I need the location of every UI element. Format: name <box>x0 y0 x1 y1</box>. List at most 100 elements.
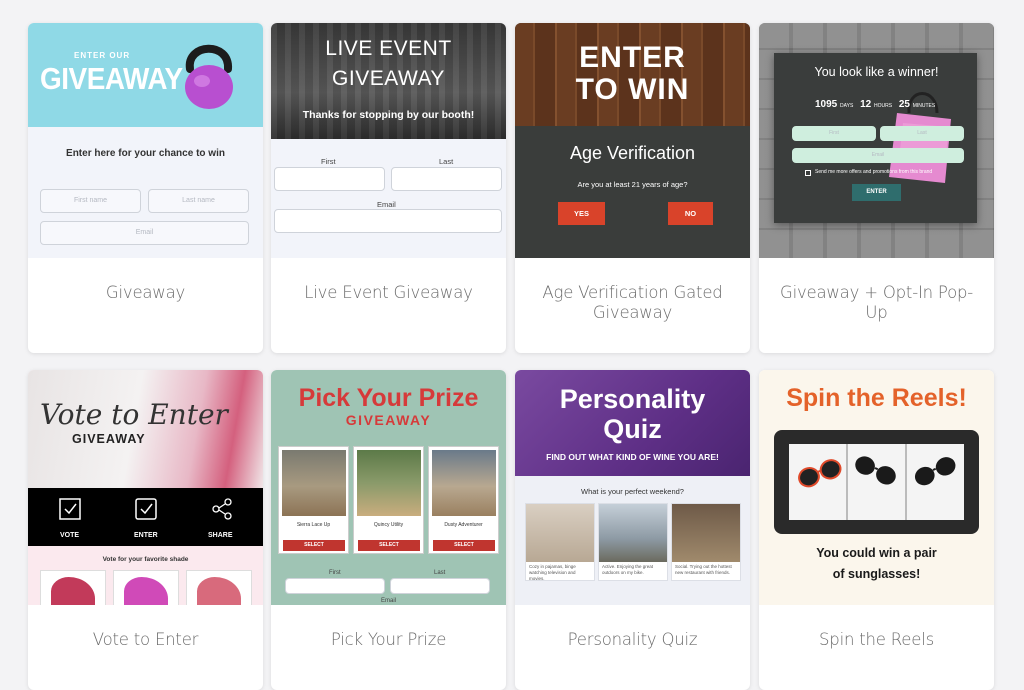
answer-text: Social. Trying out the hottest new resta… <box>675 564 732 575</box>
age-question: Are you at least 21 years of age? <box>577 180 688 189</box>
email-input: Email <box>792 148 964 163</box>
first-name-input <box>285 578 385 594</box>
card-title: Spin the Reels <box>819 630 934 649</box>
prize-headline: Pick Your Prize <box>298 384 479 412</box>
card-title: Age Verification Gated Giveaway <box>542 283 723 322</box>
template-thumbnail: ENTER OUR GIVEAWAY Enter here for your c… <box>28 23 263 258</box>
first-label: First <box>321 157 336 166</box>
step-share-label: SHARE <box>208 532 233 539</box>
countdown: 1095 DAYS 12 HOURS 25 MINUTES <box>815 99 935 110</box>
minutes-label: MINUTES <box>912 103 936 109</box>
card-title: Live Event Giveaway <box>304 283 473 302</box>
template-card-spin-the-reels[interactable]: Spin the Reels! You could win a pair of … <box>759 370 994 690</box>
shade-option <box>186 570 252 605</box>
answer-text: Active. Enjoying the great outdoors on m… <box>602 564 654 575</box>
select-button: SELECT <box>358 540 420 551</box>
template-card-personality-quiz[interactable]: Personality Quiz FIND OUT WHAT KIND OF W… <box>515 370 750 690</box>
headline-line2: TO WIN <box>575 73 690 106</box>
first-label: First <box>329 570 341 576</box>
sunglasses-reel-icons <box>798 456 956 488</box>
vote-checkbox-icon <box>59 498 81 520</box>
prize-line1: You could win a pair <box>816 546 937 560</box>
template-card-vote-to-enter[interactable]: Vote to Enter GIVEAWAY VOTE ENTER SHARE … <box>28 370 263 690</box>
template-thumbnail: Vote to Enter GIVEAWAY VOTE ENTER SHARE … <box>28 370 263 605</box>
template-gallery: ENTER OUR GIVEAWAY Enter here for your c… <box>0 0 1024 690</box>
template-thumbnail: LIVE EVENT GIVEAWAY Thanks for stopping … <box>271 23 506 258</box>
template-thumbnail: Personality Quiz FIND OUT WHAT KIND OF W… <box>515 370 750 605</box>
card-title: Giveaway <box>105 283 186 302</box>
answer-option: Social. Trying out the hottest new resta… <box>671 503 741 581</box>
minutes-value: 25 <box>898 99 910 110</box>
product-card: Sierra Lace Up SELECT <box>278 446 349 554</box>
first-name-input: First <box>792 126 876 141</box>
template-card-giveaway[interactable]: ENTER OUR GIVEAWAY Enter here for your c… <box>28 23 263 353</box>
headline-line2: GIVEAWAY <box>332 67 445 90</box>
pre-title: ENTER OUR <box>74 51 131 60</box>
template-card-optin-popup[interactable]: You look like a winner! 1095 DAYS 12 HOU… <box>759 23 994 353</box>
template-thumbnail: Pick Your Prize GIVEAWAY Sierra Lace Up … <box>271 370 506 605</box>
product-image <box>432 450 496 516</box>
quiz-headline-line2: Quiz <box>603 414 662 444</box>
card-title: Giveaway + Opt-In Pop-Up <box>779 283 974 322</box>
reels-headline: Spin the Reels! <box>786 384 967 412</box>
enter-form-icon <box>135 498 157 520</box>
last-label: Last <box>439 157 454 166</box>
email-input <box>274 209 502 233</box>
headline-line1: LIVE EVENT <box>325 37 452 60</box>
product-name: Dusty Adventurer <box>444 522 483 528</box>
answer-text: Cozy in pajamas, binge watching televisi… <box>529 564 576 581</box>
first-name-input: First name <box>40 189 141 213</box>
enter-button: ENTER <box>852 184 901 201</box>
quiz-tagline: FIND OUT WHAT KIND OF WINE YOU ARE! <box>546 452 719 462</box>
last-name-input <box>391 167 502 191</box>
product-image <box>282 450 346 516</box>
card-title: Personality Quiz <box>567 630 698 649</box>
answer-image <box>672 504 740 562</box>
yes-button: YES <box>558 202 605 225</box>
shade-option <box>40 570 106 605</box>
hours-label: HOURS <box>873 103 893 109</box>
popup-heading: You look like a winner! <box>814 65 939 79</box>
product-name: Sierra Lace Up <box>296 522 331 528</box>
optin-checkbox <box>805 170 811 176</box>
last-name-input: Last <box>880 126 964 141</box>
product-card: Quincy Utility SELECT <box>353 446 424 554</box>
days-label: DAYS <box>840 103 854 109</box>
first-name-input <box>274 167 385 191</box>
answer-image <box>526 504 594 562</box>
no-button: NO <box>668 202 713 225</box>
shade-option <box>113 570 179 605</box>
age-heading: Age Verification <box>569 143 696 163</box>
share-icon <box>212 498 232 520</box>
prize-line2: of sunglasses! <box>832 567 921 581</box>
step-enter-label: ENTER <box>134 532 158 539</box>
answer-image <box>599 504 667 562</box>
vote-prompt: Vote for your favorite shade <box>102 556 189 563</box>
template-card-age-verification[interactable]: ENTER TO WIN Age Verification Are you at… <box>515 23 750 353</box>
template-card-live-event-giveaway[interactable]: LIVE EVENT GIVEAWAY Thanks for stopping … <box>271 23 506 353</box>
days-value: 1095 <box>815 99 838 110</box>
select-button: SELECT <box>433 540 495 551</box>
answer-option: Active. Enjoying the great outdoors on m… <box>598 503 668 581</box>
product-image <box>357 450 421 516</box>
step-vote-label: VOTE <box>60 532 80 539</box>
product-name: Quincy Utility <box>373 522 404 528</box>
card-title: Pick Your Prize <box>330 630 447 649</box>
template-thumbnail: ENTER TO WIN Age Verification Are you at… <box>515 23 750 258</box>
email-label: Email <box>377 200 396 209</box>
last-name-input <box>390 578 490 594</box>
form-subhead: Enter here for your chance to win <box>66 148 225 159</box>
last-label: Last <box>434 570 446 576</box>
headline-line1: ENTER <box>579 41 686 74</box>
quiz-question: What is your perfect weekend? <box>581 487 684 496</box>
select-button: SELECT <box>283 540 345 551</box>
hours-value: 12 <box>860 99 872 110</box>
template-thumbnail: Spin the Reels! You could win a pair of … <box>759 370 994 605</box>
script-title: Vote to Enter <box>40 398 228 431</box>
template-thumbnail: You look like a winner! 1095 DAYS 12 HOU… <box>759 23 994 258</box>
last-name-input: Last name <box>148 189 249 213</box>
template-card-pick-your-prize[interactable]: Pick Your Prize GIVEAWAY Sierra Lace Up … <box>271 370 506 690</box>
event-tagline: Thanks for stopping by our booth! <box>302 109 475 121</box>
prize-subhead: GIVEAWAY <box>345 412 432 428</box>
quiz-headline-line1: Personality <box>559 384 706 414</box>
